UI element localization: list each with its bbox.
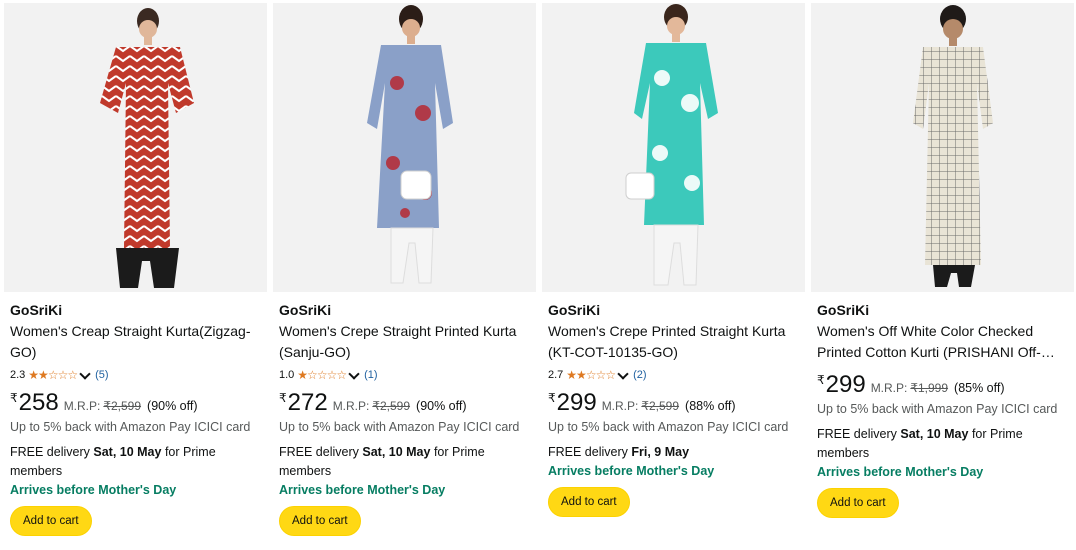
currency-symbol: ₹ xyxy=(279,391,287,405)
cashback-offer: Up to 5% back with Amazon Pay ICICI card xyxy=(817,402,1058,416)
discount-percent: (85% off) xyxy=(954,381,1005,395)
currency-symbol: ₹ xyxy=(548,391,556,405)
star-rating-icon[interactable]: ★★☆☆☆ xyxy=(28,367,78,383)
mrp-label: M.R.P: xyxy=(601,399,639,413)
discount-percent: (90% off) xyxy=(147,399,198,413)
currency-symbol: ₹ xyxy=(10,391,18,405)
product-title[interactable]: Women's Creap Straight Kurta(Zigzag-GO) xyxy=(10,321,264,363)
discount-percent: (88% off) xyxy=(685,399,736,413)
mrp-label: M.R.P: xyxy=(870,381,908,395)
delivery-date: Sat, 10 May xyxy=(900,427,969,441)
review-count-link[interactable]: (5) xyxy=(95,367,108,383)
product-title[interactable]: Women's Crepe Printed Straight Kurta (KT… xyxy=(548,321,802,363)
delivery-date: Sat, 10 May xyxy=(362,445,431,459)
chevron-down-icon[interactable] xyxy=(348,367,360,380)
delivery-info: FREE delivery Sat, 10 May for Prime memb… xyxy=(279,443,533,481)
price: 258 xyxy=(18,389,59,416)
mrp-value: ₹2,599 xyxy=(103,399,142,413)
price-row: ₹ 272 M.R.P: ₹2,599 (90% off) xyxy=(279,390,533,416)
star-rating-icon[interactable]: ★★☆☆☆ xyxy=(566,367,616,383)
delivery-prefix: FREE delivery xyxy=(548,445,628,459)
rating-row[interactable]: 2.7 ★★☆☆☆ (2) xyxy=(548,367,802,383)
price-row: ₹ 258 M.R.P: ₹2,599 (90% off) xyxy=(10,390,264,416)
mrp-value: ₹1,999 xyxy=(910,381,949,395)
brand-name: GoSriKi xyxy=(548,302,601,318)
promo-badge: Arrives before Mother's Day xyxy=(10,483,177,497)
delivery-prefix: FREE delivery xyxy=(10,445,90,459)
product-image[interactable] xyxy=(273,3,536,292)
chevron-down-icon[interactable] xyxy=(79,367,91,380)
review-count-link[interactable]: (1) xyxy=(364,367,377,383)
price-row: ₹ 299 M.R.P: ₹1,999 (85% off) xyxy=(817,372,1071,398)
currency-symbol: ₹ xyxy=(817,373,825,387)
delivery-date: Sat, 10 May xyxy=(93,445,162,459)
cashback-offer: Up to 5% back with Amazon Pay ICICI card xyxy=(10,420,251,434)
brand-name: GoSriKi xyxy=(10,302,63,318)
delivery-prefix: FREE delivery xyxy=(279,445,359,459)
price-row: ₹ 299 M.R.P: ₹2,599 (88% off) xyxy=(548,390,802,416)
product-grid: GoSriKi Women's Creap Straight Kurta(Zig… xyxy=(4,3,1074,549)
product-image[interactable] xyxy=(4,3,267,292)
delivery-info: FREE delivery Sat, 10 May for Prime memb… xyxy=(817,425,1071,463)
delivery-info: FREE delivery Fri, 9 May xyxy=(548,443,802,462)
brand-name: GoSriKi xyxy=(279,302,332,318)
add-to-cart-button[interactable]: Add to cart xyxy=(817,488,899,518)
brand-name: GoSriKi xyxy=(817,302,870,318)
mrp-label: M.R.P: xyxy=(63,399,101,413)
add-to-cart-button[interactable]: Add to cart xyxy=(548,487,630,517)
price: 272 xyxy=(287,389,328,416)
rating-value: 2.7 xyxy=(548,369,564,381)
star-rating-icon[interactable]: ★☆☆☆☆ xyxy=(297,367,347,383)
product-title[interactable]: Women's Off White Color Checked Printed … xyxy=(817,321,1071,363)
product-card[interactable]: GoSriKi Women's Crepe Straight Printed K… xyxy=(273,3,536,549)
product-image[interactable] xyxy=(542,3,805,292)
mrp-value: ₹2,599 xyxy=(372,399,411,413)
mrp-value: ₹2,599 xyxy=(641,399,680,413)
product-image[interactable] xyxy=(811,3,1074,292)
product-card[interactable]: GoSriKi Women's Off White Color Checked … xyxy=(811,3,1074,549)
cashback-offer: Up to 5% back with Amazon Pay ICICI card xyxy=(548,420,789,434)
promo-badge: Arrives before Mother's Day xyxy=(548,464,715,478)
rating-value: 2.3 xyxy=(10,369,26,381)
delivery-info: FREE delivery Sat, 10 May for Prime memb… xyxy=(10,443,264,481)
delivery-prefix: FREE delivery xyxy=(817,427,897,441)
rating-row[interactable]: 1.0 ★☆☆☆☆ (1) xyxy=(279,367,533,383)
product-card[interactable]: GoSriKi Women's Crepe Printed Straight K… xyxy=(542,3,805,549)
product-card[interactable]: GoSriKi Women's Creap Straight Kurta(Zig… xyxy=(4,3,267,549)
add-to-cart-button[interactable]: Add to cart xyxy=(10,506,92,536)
product-title[interactable]: Women's Crepe Straight Printed Kurta (Sa… xyxy=(279,321,533,363)
delivery-date: Fri, 9 May xyxy=(631,445,690,459)
review-count-link[interactable]: (2) xyxy=(633,367,646,383)
promo-badge: Arrives before Mother's Day xyxy=(817,465,984,479)
rating-value: 1.0 xyxy=(279,369,295,381)
price: 299 xyxy=(825,371,866,398)
price: 299 xyxy=(556,389,597,416)
cashback-offer: Up to 5% back with Amazon Pay ICICI card xyxy=(279,420,520,434)
discount-percent: (90% off) xyxy=(416,399,467,413)
add-to-cart-button[interactable]: Add to cart xyxy=(279,506,361,536)
promo-badge: Arrives before Mother's Day xyxy=(279,483,446,497)
rating-row[interactable]: 2.3 ★★☆☆☆ (5) xyxy=(10,367,264,383)
mrp-label: M.R.P: xyxy=(332,399,370,413)
chevron-down-icon[interactable] xyxy=(617,367,629,380)
